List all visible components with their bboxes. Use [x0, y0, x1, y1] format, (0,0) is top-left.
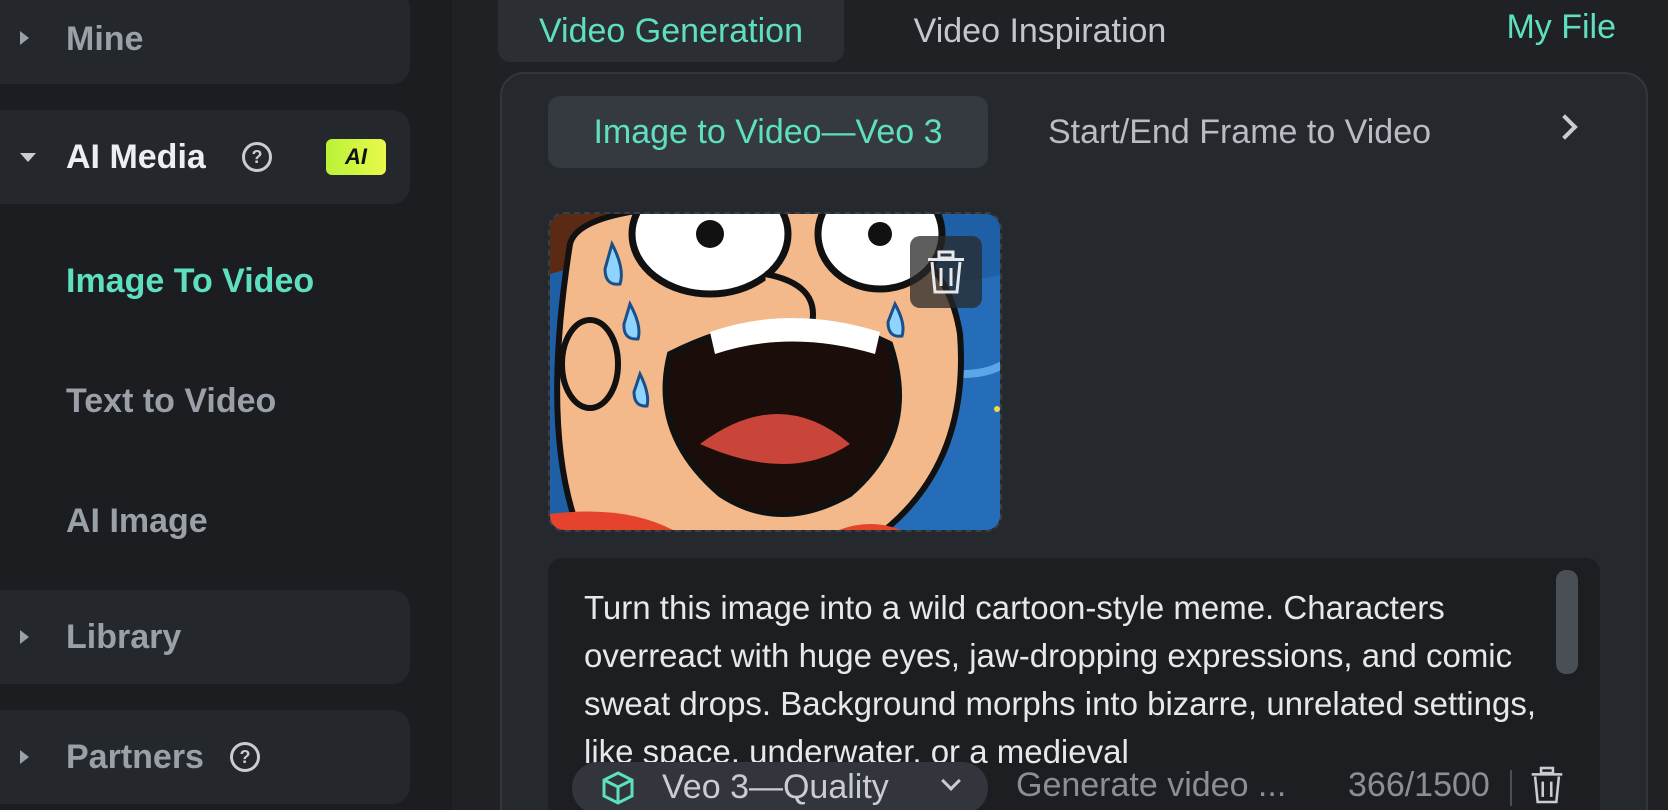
tab-start-end-frame[interactable]: Start/End Frame to Video	[1048, 96, 1431, 168]
tab-video-inspiration[interactable]: Video Inspiration	[880, 0, 1200, 62]
help-icon[interactable]: ?	[230, 742, 260, 772]
tab-image-to-video-veo3[interactable]: Image to Video—Veo 3	[548, 96, 988, 168]
sidebar-group-mine[interactable]: Mine	[0, 0, 410, 84]
sidebar-group-partners[interactable]: Partners ?	[0, 710, 410, 804]
generation-panel: Image to Video—Veo 3 Start/End Frame to …	[500, 72, 1648, 810]
model-label: Veo 3—Quality	[662, 768, 889, 806]
remove-image-button[interactable]	[910, 236, 982, 308]
sidebar-group-label: AI Media	[66, 138, 206, 176]
caret-right-icon	[20, 750, 29, 764]
uploaded-image-thumbnail[interactable]	[548, 212, 1002, 532]
prompt-text: Turn this image into a wild cartoon-styl…	[584, 589, 1537, 770]
sidebar-item-text-to-video[interactable]: Text to Video	[66, 382, 276, 421]
generate-video-button[interactable]: Generate video ...	[1016, 766, 1286, 805]
caret-right-icon	[20, 630, 29, 644]
sidebar-group-ai-media[interactable]: AI Media ? AI	[0, 110, 410, 204]
sidebar-group-label: Partners	[66, 738, 204, 776]
sidebar-item-ai-image[interactable]: AI Image	[66, 502, 208, 541]
character-counter: 366/1500	[1348, 766, 1490, 804]
chevron-down-icon	[941, 771, 961, 791]
sidebar-group-library[interactable]: Library	[0, 590, 410, 684]
sidebar-item-image-to-video[interactable]: Image To Video	[66, 262, 314, 301]
divider	[1510, 770, 1512, 806]
caret-down-icon	[20, 153, 36, 162]
clear-prompt-trash-icon[interactable]	[1530, 766, 1564, 804]
caret-right-icon	[20, 31, 29, 45]
chevron-right-icon[interactable]	[1552, 114, 1578, 140]
my-file-link[interactable]: My File	[1506, 8, 1616, 47]
help-icon[interactable]: ?	[242, 142, 272, 172]
sidebar: Mine AI Media ? AI Image To Video Text t…	[0, 0, 452, 810]
model-select[interactable]: Veo 3—Quality	[572, 762, 988, 810]
tab-video-generation[interactable]: Video Generation	[498, 0, 844, 62]
trash-icon	[928, 250, 964, 294]
sidebar-group-label: Mine	[66, 20, 144, 58]
cube-icon	[602, 771, 634, 805]
prompt-scrollbar[interactable]	[1556, 570, 1578, 674]
ai-badge: AI	[326, 139, 386, 175]
sidebar-group-label: Library	[66, 618, 182, 656]
